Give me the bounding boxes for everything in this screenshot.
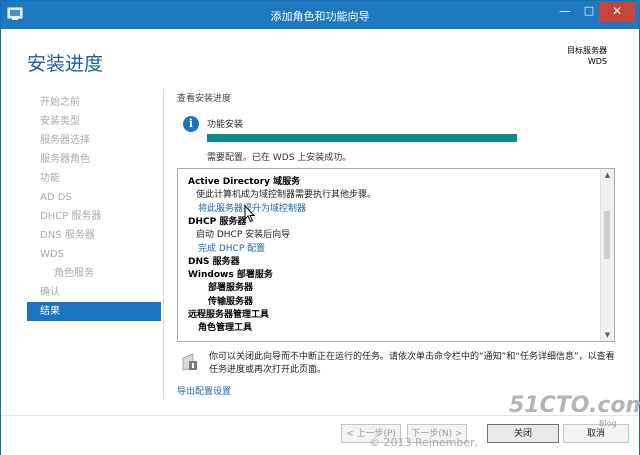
sidebar-item-6[interactable]: DHCP 服务器: [27, 207, 161, 226]
sidebar-item-11[interactable]: 结果: [27, 302, 161, 321]
info-icon: i: [183, 116, 199, 132]
section-label: 查看安装进度: [177, 94, 232, 104]
install-progress-bar: [207, 134, 517, 142]
notice-icon: [182, 353, 197, 371]
result-heading: 部署服务器: [208, 283, 254, 294]
target-server-label: 目标服务器: [567, 46, 607, 55]
result-heading: Windows 部署服务: [188, 270, 273, 281]
progress-fill: [207, 134, 517, 142]
result-heading: Active Directory 域服务: [188, 177, 301, 187]
results-content: Active Directory 域服务使此计算机成为域控制器需要执行其他步骤。…: [178, 169, 601, 341]
sidebar-item-0[interactable]: 开始之前: [27, 93, 161, 112]
install-status-text: 需要配置。已在 WDS 上安装成功。: [207, 153, 352, 163]
sidebar-item-8[interactable]: WDS: [27, 245, 161, 264]
results-list[interactable]: Active Directory 域服务使此计算机成为域控制器需要执行其他步骤。…: [177, 168, 615, 342]
close-button[interactable]: 关闭: [487, 424, 559, 443]
sidebar-item-4[interactable]: 功能: [27, 169, 161, 188]
sidebar-item-10[interactable]: 确认: [27, 283, 161, 302]
minimize-button[interactable]: —: [553, 2, 577, 22]
sidebar-item-7[interactable]: DNS 服务器: [27, 226, 161, 245]
wizard-footer: < 上一步(P) 下一步(N) > 关闭 取消: [1, 415, 639, 455]
watermark-logo: 51CTO.com: [509, 393, 640, 418]
notice-text: 你可以关闭此向导而不中断正在运行的任务。请依次单击命令栏中的“通知”和“任务详细…: [209, 352, 615, 375]
result-heading: DHCP 服务器: [188, 216, 247, 227]
title-bar[interactable]: 添加角色和功能向导 — □ ✕: [1, 1, 639, 29]
sidebar-item-3[interactable]: 服务器角色: [27, 150, 161, 169]
page-title: 安装进度: [27, 53, 104, 75]
result-text: 启动 DHCP 安装后向导: [196, 230, 291, 241]
watermark-copyright: © 2013 Reinember,: [369, 436, 479, 449]
window-title: 添加角色和功能向导: [270, 10, 370, 23]
close-window-button[interactable]: ✕: [599, 2, 635, 22]
nav-divider: [163, 89, 164, 399]
mouse-cursor-icon: [244, 205, 256, 223]
sidebar-item-5[interactable]: AD DS: [27, 188, 161, 207]
scroll-up-arrow-icon[interactable]: ▲: [601, 169, 614, 181]
export-config-link[interactable]: 导出配置设置: [177, 384, 231, 397]
result-text: 使此计算机成为域控制器需要执行其他步骤。: [196, 190, 377, 201]
wizard-window: 添加角色和功能向导 — □ ✕ 安装进度 目标服务器 WDS 开始之前 安装类型服…: [0, 0, 640, 455]
result-heading: 远程服务器管理工具: [188, 310, 270, 320]
cancel-button[interactable]: 取消: [563, 424, 629, 443]
result-heading: 传输服务器: [208, 296, 254, 307]
sidebar-item-9[interactable]: 角色服务: [27, 264, 161, 283]
maximize-button[interactable]: □: [577, 2, 601, 22]
results-scrollbar[interactable]: ▲ ▼: [600, 169, 614, 341]
scroll-down-arrow-icon[interactable]: ▼: [601, 329, 614, 341]
scroll-thumb[interactable]: [604, 211, 610, 259]
target-server: 目标服务器 WDS: [567, 45, 607, 67]
result-heading: 角色管理工具: [198, 323, 253, 334]
result-heading: DNS 服务器: [188, 256, 240, 267]
watermark-blog: Blog: [599, 419, 617, 428]
result-link[interactable]: 完成 DHCP 配置: [198, 241, 265, 254]
sidebar-item-1[interactable]: 安装类型: [27, 112, 161, 131]
wizard-steps-nav: 开始之前 安装类型 服务器选择 服务器角色 功能 AD DS DHCP 服务器 DNS 服务器…: [27, 93, 161, 321]
sidebar-item-2[interactable]: 服务器选择: [27, 131, 161, 150]
feature-installation-label: 功能安装: [207, 120, 244, 130]
target-server-name: WDS: [587, 57, 607, 66]
